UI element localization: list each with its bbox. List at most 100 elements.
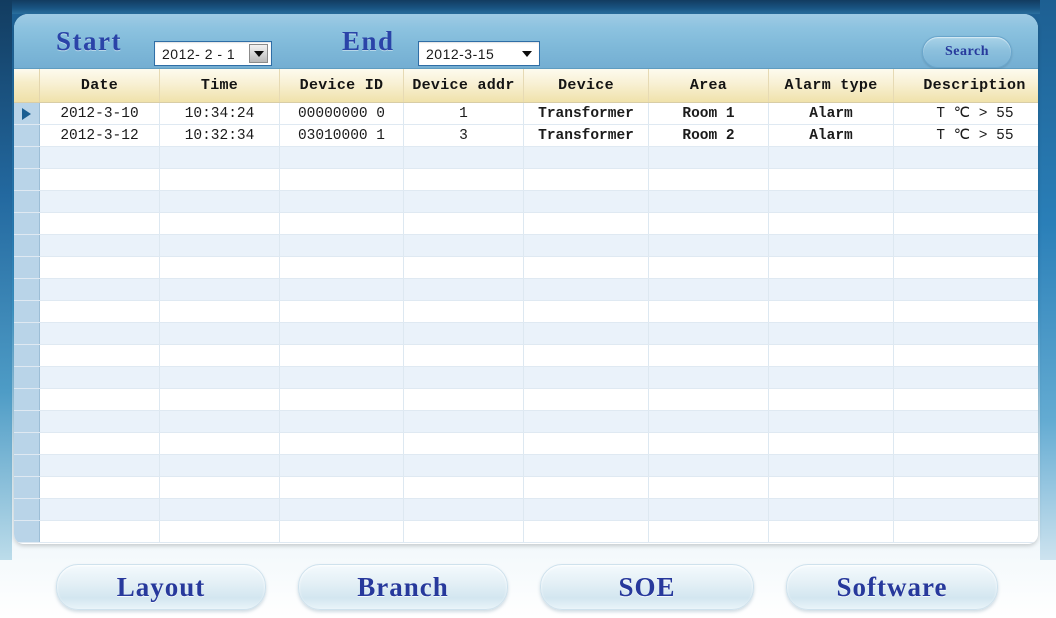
table-row-empty[interactable] [14,389,1038,411]
table-row-empty[interactable] [14,235,1038,257]
cell-empty [894,213,1038,234]
cell-empty [40,433,160,454]
table-row-empty[interactable] [14,257,1038,279]
cell-empty [524,367,649,388]
cell-empty [769,235,894,256]
row-selector-gutter[interactable] [14,125,40,146]
row-selector-gutter[interactable] [14,169,40,190]
table-row-empty[interactable] [14,477,1038,499]
start-date-dropdown-button[interactable] [249,44,268,63]
row-selector-gutter[interactable] [14,257,40,278]
cell-empty [404,389,524,410]
table-row-empty[interactable] [14,279,1038,301]
start-date-label: Start [56,26,122,57]
table-row-empty[interactable] [14,147,1038,169]
row-selector-gutter[interactable] [14,235,40,256]
row-selector-gutter[interactable] [14,345,40,366]
table-row-empty[interactable] [14,169,1038,191]
cell-empty [404,323,524,344]
end-date-dropdown-button[interactable] [517,44,536,63]
column-header-time[interactable]: Time [160,69,280,102]
software-button[interactable]: Software [786,564,998,610]
cell-empty [769,499,894,520]
cell-empty [649,169,769,190]
table-row-empty[interactable] [14,411,1038,433]
cell-empty [280,367,404,388]
cell-empty [40,147,160,168]
cell-empty [280,389,404,410]
cell-empty [40,389,160,410]
cell-empty [280,411,404,432]
cell-empty [524,169,649,190]
cell-area: Room 1 [649,103,769,124]
table-row-empty[interactable] [14,213,1038,235]
row-selector-gutter[interactable] [14,411,40,432]
cell-empty [524,345,649,366]
cell-device-id: 00000000 0 [280,103,404,124]
table-row-empty[interactable] [14,323,1038,345]
column-header-device-addr[interactable]: Device addr [404,69,524,102]
row-selector-gutter[interactable] [14,191,40,212]
cell-date: 2012-3-12 [40,125,160,146]
table-row-empty[interactable] [14,433,1038,455]
table-row-empty[interactable] [14,301,1038,323]
table-row-empty[interactable] [14,191,1038,213]
row-selector-gutter[interactable] [14,455,40,476]
row-selector-gutter[interactable] [14,213,40,234]
row-selector-gutter[interactable] [14,477,40,498]
table-row-empty[interactable] [14,521,1038,543]
start-date-picker[interactable]: 2012- 2 - 1 [154,41,272,66]
branch-button[interactable]: Branch [298,564,508,610]
row-selector-gutter[interactable] [14,499,40,520]
row-selector-gutter[interactable] [14,279,40,300]
table-row[interactable]: 2012-3-10 10:34:24 00000000 0 1 Transfor… [14,103,1038,125]
column-header-date[interactable]: Date [40,69,160,102]
layout-button[interactable]: Layout [56,564,266,610]
cell-empty [649,367,769,388]
column-header-description[interactable]: Description [894,69,1038,102]
row-selector-gutter[interactable] [14,521,40,542]
cell-empty [160,433,280,454]
cell-time: 10:34:24 [160,103,280,124]
table-header-row: Date Time Device ID Device addr Device A… [14,69,1038,103]
column-header-device-id[interactable]: Device ID [280,69,404,102]
soe-button[interactable]: SOE [540,564,754,610]
cell-empty [769,433,894,454]
column-header-alarm-type[interactable]: Alarm type [769,69,894,102]
column-header-area[interactable]: Area [649,69,769,102]
cell-empty [160,147,280,168]
table-row[interactable]: 2012-3-12 10:32:34 03010000 1 3 Transfor… [14,125,1038,147]
soe-button-label: SOE [618,572,675,603]
cell-empty [404,213,524,234]
cell-device-id: 03010000 1 [280,125,404,146]
cell-empty [160,345,280,366]
cell-empty [894,323,1038,344]
table-row-empty[interactable] [14,345,1038,367]
table-row-empty[interactable] [14,455,1038,477]
column-header-device[interactable]: Device [524,69,649,102]
cell-empty [894,191,1038,212]
cell-empty [40,455,160,476]
row-selector-gutter[interactable] [14,103,40,124]
cell-empty [769,147,894,168]
search-button[interactable]: Search [922,36,1012,68]
row-selector-gutter[interactable] [14,301,40,322]
cell-empty [280,499,404,520]
branch-button-label: Branch [357,572,449,603]
cell-device-addr: 1 [404,103,524,124]
cell-empty [40,367,160,388]
row-selector-gutter[interactable] [14,367,40,388]
window-right-border [1040,0,1056,560]
table-row-empty[interactable] [14,499,1038,521]
row-selector-gutter[interactable] [14,389,40,410]
table-row-empty[interactable] [14,367,1038,389]
cell-empty [280,169,404,190]
row-selector-gutter[interactable] [14,433,40,454]
row-selector-gutter[interactable] [14,323,40,344]
cell-empty [160,301,280,322]
cell-empty [280,191,404,212]
end-date-picker[interactable]: 2012-3-15 [418,41,540,66]
row-selector-gutter[interactable] [14,147,40,168]
cell-empty [404,279,524,300]
alarm-table[interactable]: Date Time Device ID Device addr Device A… [14,69,1038,544]
